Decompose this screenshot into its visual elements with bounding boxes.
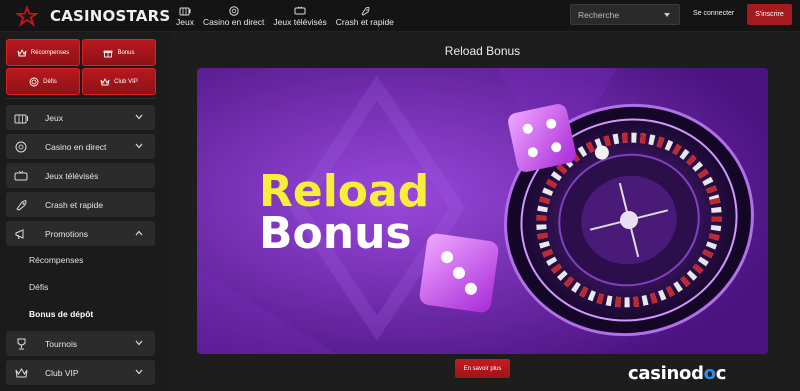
search-input[interactable] [578, 9, 660, 20]
brand-name: CASINOSTARS [50, 7, 171, 25]
sidebar: Récompenses Bonus Défis Club VIP Jeux Ca… [0, 33, 162, 391]
page-title: Reload Bonus [444, 44, 521, 58]
megaphone-icon [15, 228, 24, 239]
chip-icon [228, 5, 239, 16]
login-link[interactable]: Se connecter [693, 10, 734, 17]
casinodoc-watermark: casinodoc [628, 363, 726, 384]
rocket-icon [361, 6, 370, 16]
topnav-casino-en-direct[interactable]: Casino en direct [203, 0, 264, 32]
sidebar-subitem-recompenses[interactable]: Récompenses [29, 255, 83, 265]
trophy-icon [17, 338, 26, 349]
topnav-crash-et-rapide[interactable]: Crash et rapide [336, 0, 394, 32]
slot-machine-icon [14, 114, 28, 123]
sidebar-subitem-defis[interactable]: Défis [29, 282, 48, 292]
sidebar-item-club-vip[interactable]: Club VIP [6, 360, 155, 385]
banner-artwork: Reload Bonus [197, 68, 768, 354]
quick-link-defis[interactable]: Défis [6, 68, 80, 95]
quick-link-label: Défis [43, 78, 57, 85]
crown-icon [17, 48, 27, 56]
banner-title-line2: Bonus [259, 208, 412, 259]
learn-more-button[interactable]: En savoir plus [455, 359, 510, 378]
quick-link-label: Club VIP [114, 78, 138, 85]
sidebar-item-label: Tournois [45, 338, 78, 349]
topnav-label: Jeux [176, 16, 194, 27]
sidebar-item-tournois[interactable]: Tournois [6, 331, 155, 356]
chevron-down-icon [135, 114, 143, 120]
sidebar-subitem-bonus-de-depot[interactable]: Bonus de dépôt [29, 309, 93, 319]
watermark-text-post: c [715, 363, 727, 384]
tv-icon [14, 170, 28, 180]
sidebar-item-casino-en-direct[interactable]: Casino en direct [6, 134, 155, 159]
chip-icon [15, 141, 27, 152]
main-content: Reload Bonus Reload Bonus En savoir plus… [170, 33, 800, 391]
star-logo-icon [15, 5, 39, 27]
sidebar-item-label: Club VIP [45, 367, 79, 378]
chevron-down-icon [135, 369, 143, 375]
signup-button[interactable]: S'inscrire [747, 4, 792, 25]
tv-icon [294, 6, 306, 14]
chevron-down-icon[interactable] [664, 13, 670, 17]
promo-banner: Reload Bonus [197, 68, 768, 354]
sidebar-item-label: Crash et rapide [45, 199, 104, 210]
chevron-down-icon [135, 143, 143, 149]
sidebar-item-label: Jeux [45, 112, 63, 123]
chevron-down-icon [135, 340, 143, 346]
logo[interactable]: CASINOSTARS [14, 4, 170, 28]
search-box[interactable] [570, 4, 680, 25]
topnav-jeux-televises[interactable]: Jeux télévisés [273, 0, 327, 32]
topnav-label: Crash et rapide [335, 16, 394, 27]
top-nav: Jeux Casino en direct Jeux télévisés Cra… [176, 0, 403, 32]
sidebar-item-promotions[interactable]: Promotions [6, 221, 155, 246]
watermark-text-pre: casinod [628, 363, 704, 384]
chevron-up-icon [135, 230, 143, 236]
watermark-text-o: o [703, 363, 716, 384]
rocket-icon [16, 199, 27, 211]
sidebar-item-jeux-televises[interactable]: Jeux télévisés [6, 163, 155, 188]
topnav-label: Casino en direct [202, 16, 265, 27]
top-bar: CASINOSTARS Jeux Casino en direct Jeux t… [0, 0, 800, 32]
quick-link-label: Bonus [117, 49, 135, 56]
topnav-label: Jeux télévisés [273, 16, 327, 27]
sidebar-item-label: Casino en direct [45, 141, 107, 152]
sidebar-item-label: Jeux télévisés [45, 170, 99, 181]
divider [6, 98, 156, 99]
quick-link-recompenses[interactable]: Récompenses [6, 39, 80, 66]
quick-link-club-vip[interactable]: Club VIP [82, 68, 156, 95]
topnav-jeux[interactable]: Jeux [176, 0, 194, 32]
sidebar-item-crash-et-rapide[interactable]: Crash et rapide [6, 192, 155, 217]
quick-link-label: Récompenses [30, 49, 70, 56]
gift-icon [104, 50, 113, 57]
sidebar-item-jeux[interactable]: Jeux [6, 105, 155, 130]
quick-link-bonus[interactable]: Bonus [82, 39, 156, 66]
target-icon [29, 77, 39, 86]
slot-machine-icon [179, 7, 191, 15]
vip-crown-icon [15, 367, 28, 377]
sidebar-item-label: Promotions [45, 228, 88, 239]
vip-crown-icon [100, 77, 110, 85]
